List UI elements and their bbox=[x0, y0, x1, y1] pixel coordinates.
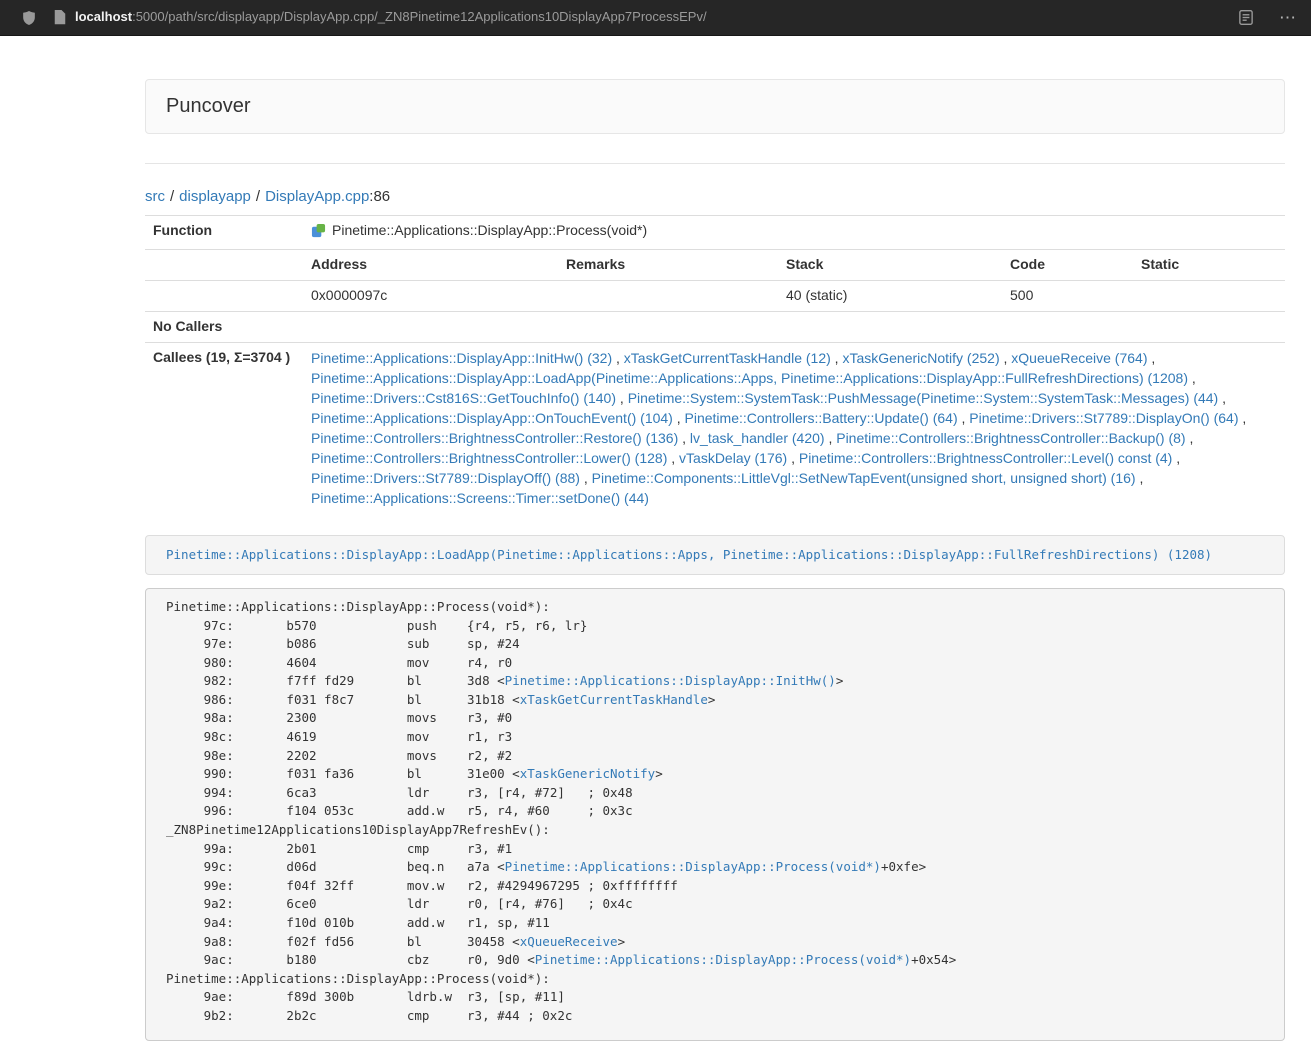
column-code: Code bbox=[1002, 249, 1133, 280]
breadcrumb: src/displayapp/DisplayApp.cpp:86 bbox=[145, 186, 1285, 207]
code-symbol-link[interactable]: Pinetime::Applications::DisplayApp::Init… bbox=[505, 673, 836, 688]
url-path: :5000/path/src/displayapp/DisplayApp.cpp… bbox=[132, 9, 707, 24]
code-symbol-link[interactable]: Pinetime::Applications::DisplayApp::Proc… bbox=[505, 859, 881, 874]
breadcrumb-separator: / bbox=[165, 188, 179, 205]
callees-label: Callees (19, Σ=3704 ) bbox=[145, 342, 303, 513]
empty-cell bbox=[145, 280, 303, 311]
empty-cell bbox=[145, 249, 303, 280]
breadcrumb-link-file[interactable]: DisplayApp.cpp bbox=[265, 188, 369, 205]
browser-menu-icon[interactable]: ⋯ bbox=[1279, 9, 1297, 26]
address-value: 0x0000097c bbox=[303, 280, 558, 311]
code-symbol-link[interactable]: Pinetime::Applications::DisplayApp::Proc… bbox=[535, 952, 911, 967]
reader-view-icon[interactable] bbox=[1239, 10, 1253, 25]
callee-link[interactable]: Pinetime::Controllers::BrightnessControl… bbox=[311, 450, 667, 466]
callee-link[interactable]: Pinetime::Controllers::BrightnessControl… bbox=[799, 450, 1172, 466]
disassembly-code: Pinetime::Applications::DisplayApp::Proc… bbox=[145, 588, 1285, 1041]
highlighted-symbol-panel: Pinetime::Applications::DisplayApp::Load… bbox=[145, 535, 1285, 575]
callee-link[interactable]: vTaskDelay (176) bbox=[679, 450, 787, 466]
breadcrumb-line-number: :86 bbox=[369, 188, 390, 205]
column-stack: Stack bbox=[778, 249, 1002, 280]
divider bbox=[145, 163, 1285, 164]
stack-value: 40 (static) bbox=[778, 280, 1002, 311]
code-symbol-link[interactable]: xTaskGetCurrentTaskHandle bbox=[520, 692, 708, 707]
callee-link[interactable]: lv_task_handler (420) bbox=[690, 430, 825, 446]
app-title-panel: Puncover bbox=[145, 79, 1285, 134]
function-name: Pinetime::Applications::DisplayApp::Proc… bbox=[332, 222, 647, 238]
callee-link[interactable]: Pinetime::Applications::Screens::Timer::… bbox=[311, 490, 649, 506]
browser-chrome: localhost:5000/path/src/displayapp/Displ… bbox=[0, 0, 1311, 36]
callee-link[interactable]: Pinetime::Components::LittleVgl::SetNewT… bbox=[592, 470, 1136, 486]
callee-link[interactable]: Pinetime::System::SystemTask::PushMessag… bbox=[628, 390, 1219, 406]
callee-link[interactable]: xTaskGenericNotify (252) bbox=[842, 350, 999, 366]
code-symbol-link[interactable]: xQueueReceive bbox=[520, 934, 618, 949]
callee-link[interactable]: Pinetime::Controllers::Battery::Update()… bbox=[685, 410, 958, 426]
no-callers-label: No Callers bbox=[145, 311, 303, 342]
code-size-value: 500 bbox=[1002, 280, 1133, 311]
code-symbol-link[interactable]: xTaskGenericNotify bbox=[520, 766, 655, 781]
callee-link[interactable]: Pinetime::Applications::DisplayApp::Load… bbox=[311, 370, 1188, 386]
panel-symbol-link[interactable]: Pinetime::Applications::DisplayApp::Load… bbox=[166, 547, 1212, 562]
function-row-label: Function bbox=[145, 215, 303, 249]
tracking-shield-icon[interactable] bbox=[22, 10, 36, 26]
page-security-icon[interactable] bbox=[54, 10, 66, 25]
no-callers-cell bbox=[303, 311, 1285, 342]
function-type-icon bbox=[311, 223, 326, 244]
callee-link[interactable]: Pinetime::Drivers::Cst816S::GetTouchInfo… bbox=[311, 390, 616, 406]
breadcrumb-separator: / bbox=[251, 188, 265, 205]
page-container: Puncover src/displayapp/DisplayApp.cpp:8… bbox=[145, 79, 1285, 1041]
no-callers-row: No Callers bbox=[145, 311, 1285, 342]
column-remarks: Remarks bbox=[558, 249, 778, 280]
callees-list: Pinetime::Applications::DisplayApp::Init… bbox=[303, 342, 1285, 513]
column-static: Static bbox=[1133, 249, 1285, 280]
function-name-cell: Pinetime::Applications::DisplayApp::Proc… bbox=[303, 215, 1285, 249]
callee-link[interactable]: xTaskGetCurrentTaskHandle (12) bbox=[624, 350, 831, 366]
app-title: Puncover bbox=[166, 95, 251, 117]
static-value bbox=[1133, 280, 1285, 311]
callee-link[interactable]: Pinetime::Applications::DisplayApp::Init… bbox=[311, 350, 612, 366]
url-bar[interactable]: localhost:5000/path/src/displayapp/Displ… bbox=[75, 8, 1227, 27]
callees-row: Callees (19, Σ=3704 ) Pinetime::Applicat… bbox=[145, 342, 1285, 513]
url-host: localhost bbox=[75, 9, 132, 24]
function-row: Function Pinetime::Applications::Display… bbox=[145, 215, 1285, 249]
callee-link[interactable]: Pinetime::Drivers::St7789::DisplayOn() (… bbox=[969, 410, 1238, 426]
columns-header-row: Address Remarks Stack Code Static bbox=[145, 249, 1285, 280]
callee-link[interactable]: Pinetime::Applications::DisplayApp::OnTo… bbox=[311, 410, 673, 426]
callee-link[interactable]: xQueueReceive (764) bbox=[1011, 350, 1147, 366]
callee-link[interactable]: Pinetime::Controllers::BrightnessControl… bbox=[311, 430, 678, 446]
symbol-table: Function Pinetime::Applications::Display… bbox=[145, 215, 1285, 513]
column-address: Address bbox=[303, 249, 558, 280]
callee-link[interactable]: Pinetime::Controllers::BrightnessControl… bbox=[836, 430, 1185, 446]
values-row: 0x0000097c 40 (static) 500 bbox=[145, 280, 1285, 311]
remarks-value bbox=[558, 280, 778, 311]
breadcrumb-link-src[interactable]: src bbox=[145, 188, 165, 205]
breadcrumb-link-displayapp[interactable]: displayapp bbox=[179, 188, 251, 205]
callee-link[interactable]: Pinetime::Drivers::St7789::DisplayOff() … bbox=[311, 470, 580, 486]
